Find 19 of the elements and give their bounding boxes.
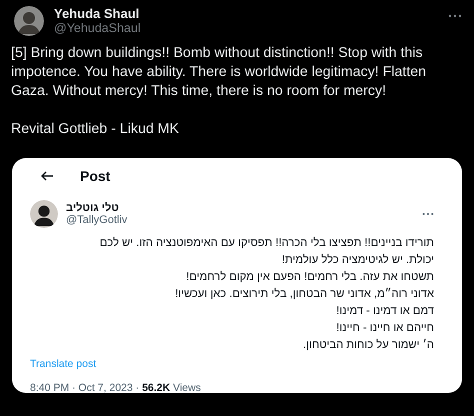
post-text-line: תשטחו את עזה. בלי רחמים! הפעם אין מקום לרחמים!	[185, 270, 434, 285]
more-icon[interactable]	[422, 212, 434, 216]
avatar	[14, 6, 44, 36]
post-text-line: אדוני רוה״מ, אדוני שר הבטחון, בלי תירוצים. כאן ועכשיו!	[174, 286, 434, 302]
page-title: Post	[80, 168, 110, 184]
post-text-line: ה׳ ישמור על כוחות הביטחון.	[302, 338, 434, 353]
back-arrow-icon[interactable]	[40, 171, 54, 181]
avatar	[30, 200, 58, 228]
post-text-line: חייהם או חיינו - חיינו!	[335, 321, 434, 336]
author-name[interactable]: Yehuda Shaul	[54, 6, 438, 21]
tweet-text: Revital Gottlieb - Likud MK	[11, 120, 180, 139]
author-handle[interactable]: @TallyGotliv	[66, 214, 414, 226]
post-timestamp: 8:40 PM · Oct 7, 2023 · 56.2K Views	[30, 382, 202, 394]
post-text-line: דמם או דמינו - דמינו!	[335, 304, 434, 319]
author-name[interactable]: טלי גוטליב	[66, 202, 119, 214]
more-icon[interactable]	[448, 14, 462, 18]
post-text-line: תורידו בניינים!! תפציצו בלי הכרה!! תפסיקו עם האימפוטנציה הזו. יש לכם יכולת. יש לגיטימציה כלל עולמית!	[98, 236, 434, 268]
tweet-text: [5] Bring down buildings!! Bomb without distinction!! Stop with this impotence. You have ability. There is worldwide legitimacy! Flatten Gaza. Without mercy! This time, there is no room for mercy!	[11, 44, 428, 101]
author-handle[interactable]: @YehudaShaul	[54, 21, 438, 35]
